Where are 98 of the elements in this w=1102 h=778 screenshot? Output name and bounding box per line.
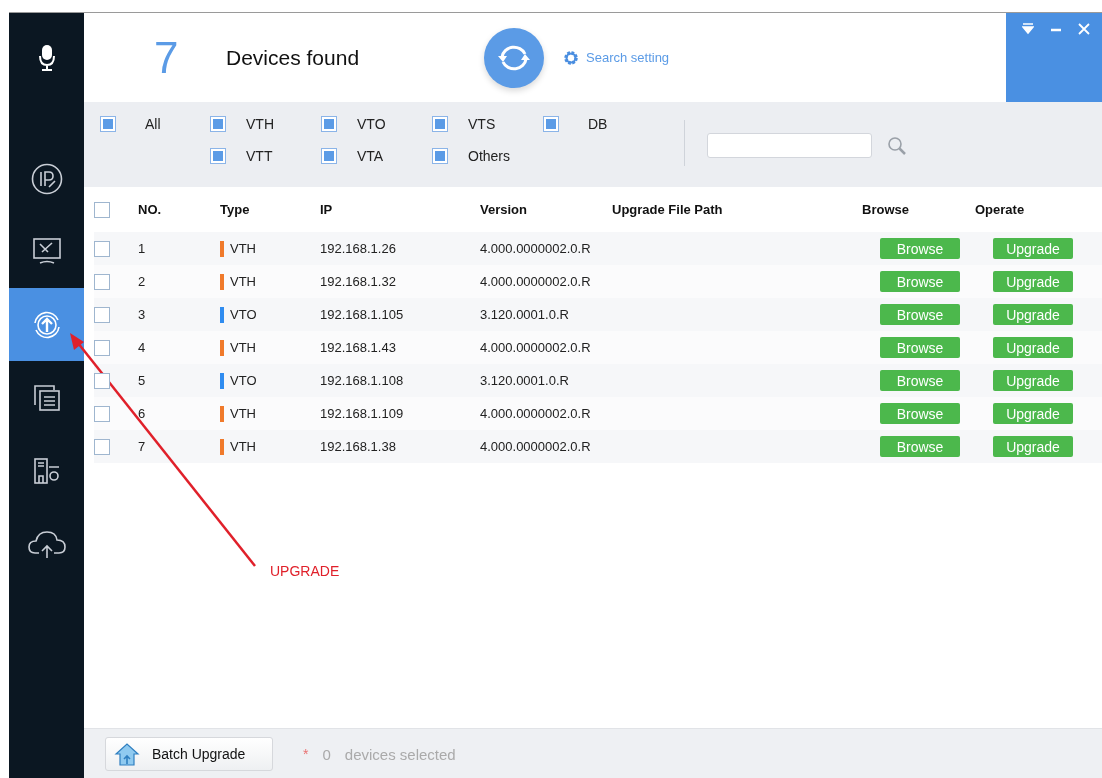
device-count: 7 [154,32,180,83]
checkbox[interactable] [543,116,559,132]
column-header: Version [480,202,528,217]
filter-label: VTA [357,148,384,164]
required-mark: * [303,746,309,762]
windows-icon [31,382,62,413]
table-cell-text: 4.000.0000002.0.R [480,406,592,421]
upgrade-button[interactable]: Upgrade [993,436,1073,457]
browse-button[interactable]: Browse [880,403,960,424]
browse-button[interactable]: Browse [880,238,960,259]
devices-found-title: Devices found [226,45,361,70]
table-cell-text: 4.000.0000002.0.R [480,241,592,256]
table-cell: VTO [230,307,257,322]
checkbox[interactable] [321,148,337,164]
row-checkbox[interactable] [94,339,110,356]
checkbox[interactable] [100,116,116,132]
table-cell-text: 4.000.0000002.0.R [480,340,592,355]
table-cell-text: 192.168.1.108 [320,373,405,388]
table-cell: VTO [230,373,257,388]
cloud-upload-icon [26,528,67,559]
row-checkbox[interactable] [94,405,110,422]
browse-button[interactable]: Browse [880,304,960,325]
browse-button[interactable]: Browse [880,370,960,391]
table-cell-text: 5 [138,373,147,388]
browse-button[interactable]: Browse [880,271,960,292]
table-cell: VTH [230,274,256,289]
table-cell-text: 3.120.0001.0.R [480,307,570,322]
column-header: Type [220,202,251,217]
row-checkbox[interactable] [94,372,110,389]
column-header: Upgrade File Path [612,202,724,217]
row-checkbox[interactable] [94,306,110,323]
row-checkbox[interactable] [94,438,110,455]
table-cell: VTH [230,406,256,421]
settings-icon [562,48,580,67]
annotation-label: UPGRADE [270,563,340,579]
filter-label: VTS [468,116,496,132]
upgrade-button[interactable]: Upgrade [993,403,1073,424]
checkbox[interactable] [210,148,226,164]
checkbox[interactable] [210,116,226,132]
selected-devices-note: devices selected [344,745,456,763]
table-cell: VTH [230,439,256,454]
upgrade-button[interactable]: Upgrade [993,337,1073,358]
browse-button[interactable]: Browse [880,337,960,358]
filter-label: VTO [357,116,386,132]
browse-button[interactable]: Browse [880,436,960,457]
column-header: NO. [138,202,163,217]
table-cell-text: 192.168.1.38 [320,439,397,454]
close-button[interactable] [1078,23,1090,35]
table-cell-text: 192.168.1.109 [320,406,405,421]
column-header: Browse [862,202,910,217]
table-cell: VTH [230,340,256,355]
filter-label: VTT [246,148,273,164]
checkbox[interactable] [432,116,448,132]
selected-count: 0 [322,745,331,763]
search-icon [886,135,908,157]
table-cell-text: 192.168.1.32 [320,274,397,289]
upgrade-button[interactable]: Upgrade [993,370,1073,391]
ip-edit-icon [30,162,63,195]
batch-upgrade-button[interactable]: Batch Upgrade [105,737,273,771]
table-cell-text: 192.168.1.43 [320,340,397,355]
row-checkbox[interactable] [94,273,110,290]
microphone-icon [37,43,56,72]
table-cell-text: 7 [138,439,147,454]
search-button[interactable] [886,135,908,157]
filter-label: All [145,116,161,132]
checkbox[interactable] [432,148,448,164]
table-cell-text: 1 [138,241,147,256]
table-cell-text: 192.168.1.105 [320,307,405,322]
table-cell-text: 6 [138,406,147,421]
house-upload-icon [114,742,140,766]
upgrade-button[interactable]: Upgrade [993,304,1073,325]
table-cell-text: 3 [138,307,147,322]
upgrade-button[interactable]: Upgrade [993,271,1073,292]
table-cell-text: 4 [138,340,147,355]
column-header: IP [320,202,334,217]
table-cell: VTH [230,241,256,256]
tools-monitor-icon [31,236,62,267]
refresh-icon [497,44,531,71]
refresh-button[interactable] [484,27,544,88]
select-all-checkbox[interactable] [94,201,110,218]
table-cell-text: 2 [138,274,147,289]
checkbox[interactable] [321,116,337,132]
close-icon [1078,23,1090,35]
filter-label: DB [588,116,608,132]
filter-label: VTH [246,116,274,132]
building-gear-icon [31,455,62,486]
table-cell-text: 3.120.0001.0.R [480,373,570,388]
table-cell-text: 4.000.0000002.0.R [480,439,592,454]
table-cell-text: 192.168.1.26 [320,241,397,256]
filter-label: Others [468,148,510,164]
search-field[interactable] [707,133,872,158]
dropdown-button[interactable] [1022,23,1034,35]
table-cell-text: 4.000.0000002.0.R [480,274,592,289]
dropdown-icon [1022,23,1034,35]
upgrade-button[interactable]: Upgrade [993,238,1073,259]
row-checkbox[interactable] [94,240,110,257]
column-header: Operate [975,202,1026,217]
search-setting-link[interactable]: Search setting [562,48,670,67]
